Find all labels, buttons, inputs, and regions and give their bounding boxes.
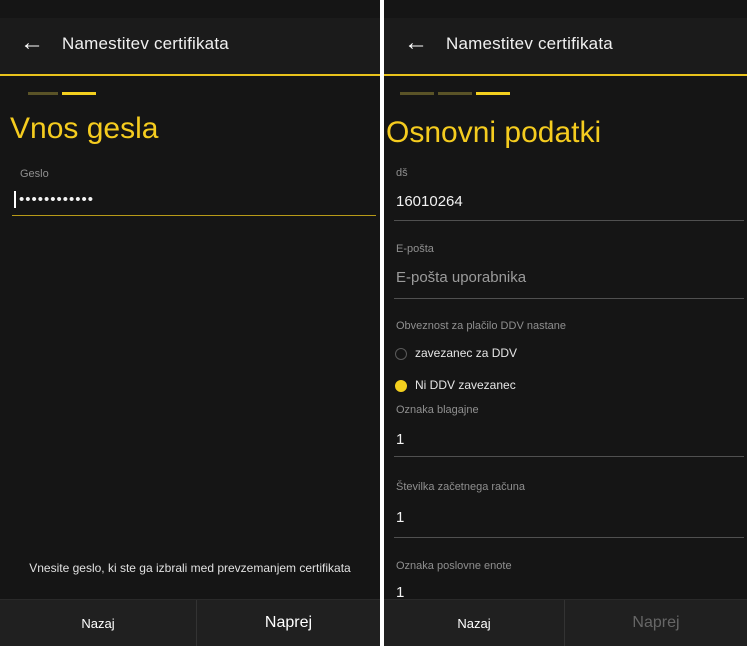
vat-label: Obveznost za plačilo DDV nastane (396, 320, 566, 332)
app-bar-title: Namestitev certifikata (62, 34, 229, 53)
back-button[interactable]: Nazaj (384, 600, 564, 646)
password-hint: Vnesite geslo, ki ste ga izbrali med pre… (29, 561, 351, 575)
app-bar: ← Namestitev certifikata (384, 18, 747, 76)
invoice-start-label: Številka začetnega računa (396, 481, 526, 493)
register-label: Oznaka blagajne (396, 404, 479, 416)
step-indicator-1 (28, 92, 58, 95)
password-field[interactable]: •••••••••••• (14, 191, 94, 208)
business-unit-label: Oznaka poslovne enote (396, 560, 512, 572)
ds-label: dš (396, 167, 408, 179)
vat-radio-non-taxpayer[interactable] (395, 380, 407, 392)
email-label: E-pošta (396, 243, 434, 255)
bottom-nav: Nazaj Naprej (384, 599, 747, 646)
vat-option-non-taxpayer-label: Ni DDV zavezanec (415, 378, 516, 392)
register-underline (394, 456, 744, 457)
invoice-start-field[interactable]: 1 (396, 509, 404, 526)
register-field[interactable]: 1 (396, 431, 404, 448)
step-indicator-2 (62, 92, 96, 95)
next-button-disabled[interactable]: Naprej (565, 600, 747, 646)
screen-password: ← Namestitev certifikata Vnos gesla Gesl… (0, 0, 380, 646)
page-title: Vnos gesla (10, 112, 159, 145)
screen-basic-data: ← Namestitev certifikata Osnovni podatki… (384, 0, 747, 646)
bottom-nav: Nazaj Naprej (0, 599, 380, 646)
ds-underline (394, 220, 744, 221)
vat-option-taxpayer-label: zavezanec za DDV (415, 346, 518, 360)
arrow-back-icon[interactable]: ← (20, 31, 44, 55)
password-label: Geslo (20, 168, 49, 180)
step-indicator-1 (400, 92, 434, 95)
step-indicator-3 (476, 92, 510, 95)
email-underline (394, 298, 744, 299)
ds-field[interactable]: 16010264 (396, 193, 463, 210)
email-field[interactable]: E-pošta uporabnika (396, 269, 526, 286)
app-bar: ← Namestitev certifikata (0, 18, 380, 76)
page-title: Osnovni podatki (386, 116, 602, 149)
back-button[interactable]: Nazaj (0, 600, 196, 646)
arrow-back-icon[interactable]: ← (404, 31, 428, 55)
invoice-start-underline (394, 537, 744, 538)
app-bar-title: Namestitev certifikata (446, 34, 613, 53)
step-indicator-2 (438, 92, 472, 95)
next-button[interactable]: Naprej (197, 600, 380, 646)
password-underline (12, 215, 376, 216)
vat-radio-taxpayer[interactable] (395, 348, 407, 360)
